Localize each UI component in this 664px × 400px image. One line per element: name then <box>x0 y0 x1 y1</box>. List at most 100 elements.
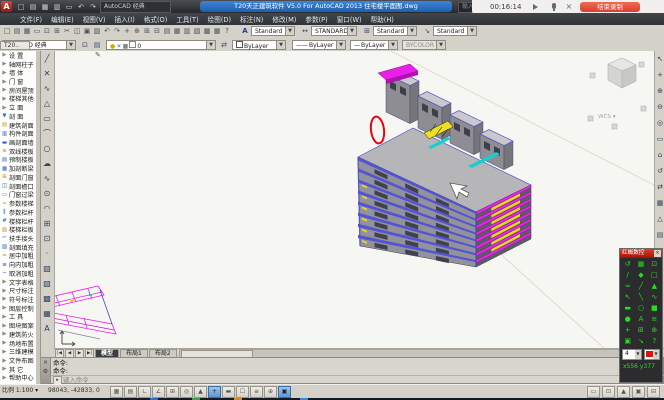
ortho-toggle[interactable]: ∟ <box>138 386 151 398</box>
dot-tool-icon[interactable]: ● <box>621 314 634 325</box>
palette-item[interactable]: ∥ 参数栏杆 <box>0 208 36 217</box>
sheetset-icon[interactable]: ▧ <box>192 26 202 37</box>
drawing-canvas[interactable] <box>54 51 654 348</box>
palette-item[interactable]: ▶ 帮助中心 <box>0 374 36 383</box>
copy-icon[interactable]: ◫ <box>72 26 82 37</box>
dim-style-combo[interactable]: STANDARD▼ <box>311 26 357 36</box>
snap-toggle[interactable]: ▦ <box>110 386 123 398</box>
board-tool-icon[interactable]: ▦ <box>634 259 647 270</box>
menu-item[interactable]: 绘图(D) <box>208 14 231 24</box>
slash-tool-icon[interactable]: ╲ <box>634 292 647 303</box>
bar-tool-icon[interactable]: ▬ <box>621 303 634 314</box>
workspace-dropdown[interactable]: AutoCAD 经典 <box>100 1 171 13</box>
palette-scrollbar[interactable] <box>36 51 41 384</box>
polar-toggle[interactable]: ∠ <box>152 386 165 398</box>
palette-item[interactable]: ▶ 轴网柱子 <box>0 60 36 69</box>
annotation-panel-close-icon[interactable]: × <box>654 250 661 257</box>
curve-tool-icon[interactable]: ∿ <box>648 292 661 303</box>
color-combo[interactable]: ByLayer▼ <box>232 40 286 50</box>
save-icon[interactable]: ▦ <box>22 26 32 37</box>
dyn-toggle[interactable]: + <box>208 386 221 398</box>
target-tool-icon[interactable]: ⊕ <box>648 325 661 336</box>
publish-icon[interactable]: ⊞ <box>52 26 62 37</box>
multiline-text-icon[interactable]: A <box>40 321 54 336</box>
annotation-panel-title[interactable]: 红蜘数控 × <box>620 249 662 258</box>
palette-tool-icon[interactable]: ▣ <box>621 336 634 347</box>
revision-cloud-icon[interactable]: ☁ <box>40 156 54 171</box>
undo-tool-icon[interactable]: ↺ <box>621 259 634 270</box>
recorder-close-icon[interactable]: × <box>564 2 574 12</box>
pen-size-dropdown[interactable]: 4▼ <box>622 349 642 360</box>
command-window[interactable]: × ⚙ 命令: 命令: ▸ 键入命令 <box>40 357 664 384</box>
pan-icon[interactable]: + <box>655 67 664 83</box>
pen-color-dropdown[interactable]: ▼ <box>644 349 660 360</box>
palette-item[interactable]: ⌐ 扶手接头 <box>0 234 36 243</box>
command-customize-icon[interactable]: ⚙ <box>41 367 50 376</box>
microphone-icon[interactable] <box>548 2 560 12</box>
plot-icon[interactable]: ▭ <box>32 26 42 37</box>
command-close-icon[interactable]: × <box>41 358 50 367</box>
zoom-realtime-icon[interactable]: ⊕ <box>132 26 142 37</box>
workspace-settings-icon[interactable]: ⊡ <box>80 40 90 50</box>
line-tool-icon[interactable]: ╱ <box>634 281 647 292</box>
layout-icon[interactable]: ⊡ <box>602 386 615 398</box>
palette-item[interactable]: ▶ 其 它 <box>0 365 36 374</box>
redo-icon[interactable]: ↷ <box>112 26 122 37</box>
palette-item[interactable]: ▶ 符号标注 <box>0 295 36 304</box>
preview-icon[interactable]: ⊡ <box>42 26 52 37</box>
save-icon[interactable]: ▦ <box>40 2 50 12</box>
palette-item[interactable]: ≈ 参数楼梯 <box>0 199 36 208</box>
palette-item[interactable]: ▶ 场地布置 <box>0 339 36 348</box>
arc-icon[interactable]: ⌒ <box>40 126 54 141</box>
square-tool-icon[interactable]: ■ <box>648 303 661 314</box>
menu-item[interactable]: 插入(I) <box>114 14 134 24</box>
table-style-combo[interactable]: Standard▼ <box>373 26 417 36</box>
palette-item[interactable]: ▶ 房间屋顶 <box>0 86 36 95</box>
palette-item[interactable]: ▼ 剖 面 <box>0 112 36 121</box>
make-layer-current-icon[interactable]: ⇄ <box>219 40 229 50</box>
rect-tool-icon[interactable]: ⊡ <box>648 259 661 270</box>
text-style-combo[interactable]: Standard▼ <box>251 26 295 36</box>
highlight-tool-icon[interactable]: ◆ <box>634 270 647 281</box>
cursor-icon[interactable]: ↖ <box>655 51 664 67</box>
linetype-combo[interactable]: ——ByLayer▼ <box>292 40 346 50</box>
speaker-icon[interactable] <box>532 2 544 12</box>
otrack-toggle[interactable]: ◎ <box>180 386 193 398</box>
open-icon[interactable]: ▤ <box>12 26 22 37</box>
hatch-icon[interactable]: ▨ <box>40 261 54 276</box>
autocad-logo-icon[interactable]: A <box>1 1 12 12</box>
pen-tool-icon[interactable]: ∕ <box>621 270 634 281</box>
layers-icon[interactable]: ▦ <box>655 195 664 211</box>
tool-palettes-icon[interactable]: ▥ <box>182 26 192 37</box>
table-icon[interactable]: ▦ <box>40 306 54 321</box>
palette-item[interactable]: ▶ 工 具 <box>0 313 36 322</box>
viewcube[interactable] <box>588 58 646 129</box>
new-file-icon[interactable]: □ <box>16 2 26 12</box>
menu-item[interactable]: 编辑(E) <box>51 14 74 24</box>
palette-item[interactable]: ═ 居中加粗 <box>0 252 36 261</box>
arrow-tool-icon[interactable]: ↘ <box>634 336 647 347</box>
markup-icon[interactable]: ▩ <box>202 26 212 37</box>
zoom-in-icon[interactable]: ⊕ <box>655 83 664 99</box>
palette-item[interactable]: ▶ 门 窗 <box>0 77 36 86</box>
palette-item[interactable]: ▶ 楼梯其他 <box>0 95 36 104</box>
palette-item[interactable]: ▶ 建筑防火 <box>0 330 36 339</box>
mleader-style-combo[interactable]: Standard▼ <box>433 26 477 36</box>
palette-item[interactable]: ▶ 三维建模 <box>0 347 36 356</box>
clean-screen-icon[interactable]: ⊟ <box>647 386 660 398</box>
undo-icon[interactable]: ↶ <box>102 26 112 37</box>
help-tool-icon[interactable]: ? <box>648 336 661 347</box>
palette-item[interactable]: ▥ 构件剖面 <box>0 129 36 138</box>
palette-item[interactable]: ▶ 设 置 <box>0 51 36 60</box>
scale-control[interactable]: 比例 1:100 ▾ <box>2 386 44 396</box>
palette-item[interactable]: ▤ 建筑剖面 <box>0 121 36 130</box>
lwt-toggle[interactable]: ▬ <box>222 386 235 398</box>
palette-item[interactable]: ▶ 文件布图 <box>0 356 36 365</box>
palette-item[interactable]: ≡ 双线楼板 <box>0 147 36 156</box>
sc-toggle[interactable]: ≡ <box>250 386 263 398</box>
undo-icon[interactable]: ↶ <box>76 2 86 12</box>
properties-icon[interactable]: ▤ <box>162 26 172 37</box>
palette-item[interactable]: ▤ 预制楼板 <box>0 156 36 165</box>
orbit-icon[interactable]: ◎ <box>655 115 664 131</box>
open-file-icon[interactable]: ▤ <box>28 2 38 12</box>
